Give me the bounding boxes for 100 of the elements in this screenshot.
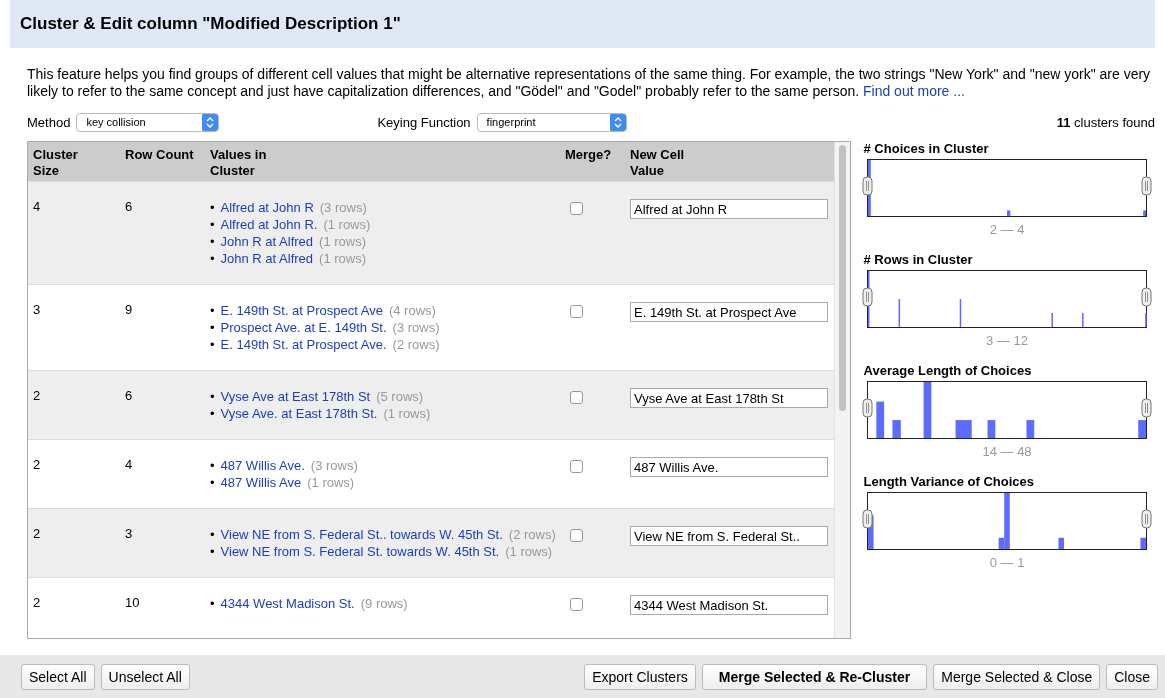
description-text: This feature helps you find groups of different cell values that might be alternative representations of the same thing. For example, the two strings "New York" and "new york" are very likely to refer to the same concept and just have capitalization differences, and "Gödel" and "Godel" probably refer to the same person. Find out more ...: [27, 66, 1152, 100]
dropdown[interactable]: key collision: [76, 112, 220, 132]
table-cell-text: 4: [125, 457, 134, 474]
table-cell-text: 4: [33, 199, 42, 216]
bullet: •: [210, 526, 215, 543]
column-header: Values in Cluster: [210, 147, 268, 180]
new-cell-value-field[interactable]: Vyse Ave at East 178th St: [630, 388, 828, 408]
range-handle[interactable]: [862, 509, 873, 529]
merge-checkbox[interactable]: [570, 529, 583, 542]
range-label: 2 — 4: [988, 222, 1026, 237]
row-count-note: (9 rows): [360, 595, 408, 612]
row-count-note: (1 rows): [307, 474, 355, 491]
new-cell-value-field[interactable]: Alfred at John R: [630, 199, 828, 219]
table-cell-text: 2: [33, 526, 42, 543]
bullet: •: [210, 199, 215, 216]
row-count-note: (1 rows): [319, 233, 366, 250]
range-label: 3 — 12: [985, 333, 1029, 348]
keying-function-label: Keying Function: [377, 114, 471, 130]
column-header: Merge?: [565, 147, 612, 164]
histogram-title: Average Length of Choices: [863, 363, 1033, 380]
cluster-value-link[interactable]: Prospect Ave. at E. 149th St.: [220, 319, 387, 336]
table-cell-text: 2: [33, 388, 42, 405]
new-cell-value-field[interactable]: 4344 West Madison St.: [630, 595, 828, 615]
cluster-value-link[interactable]: John R at Alfred: [220, 233, 314, 250]
row-count-note: (1 rows): [319, 250, 366, 267]
merge-checkbox[interactable]: [570, 460, 583, 473]
new-cell-value-field[interactable]: View NE from S. Federal St..: [630, 526, 828, 546]
bullet: •: [210, 336, 215, 353]
cluster-value-link[interactable]: Alfred at John R.: [220, 216, 318, 233]
cluster-value-link[interactable]: 4344 West Madison St.: [220, 595, 355, 612]
range-handle[interactable]: [1141, 287, 1152, 307]
table-cell-text: 2: [33, 595, 42, 612]
row-count-note: (3 rows): [319, 199, 367, 216]
bullet: •: [210, 302, 215, 319]
merge-checkbox[interactable]: [570, 305, 583, 318]
merge-checkbox[interactable]: [570, 391, 583, 404]
column-header: New Cell Value: [630, 147, 686, 180]
bullet: •: [210, 250, 215, 267]
table-cell-text: 9: [125, 302, 134, 319]
table-cell-text: 3: [33, 302, 42, 319]
column-header: Row Count: [125, 147, 194, 164]
table-cell-text: 6: [125, 199, 134, 216]
merge-checkbox[interactable]: [570, 202, 583, 215]
table-cell-text: 10: [125, 595, 141, 612]
cluster-value-link[interactable]: E. 149th St. at Prospect Ave.: [220, 336, 387, 353]
histogram-title: # Rows in Cluster: [863, 252, 974, 269]
range-label: 14 — 48: [981, 444, 1033, 459]
row-count-note: (3 rows): [392, 319, 440, 336]
bullet: •: [210, 457, 215, 474]
table-cell-text: 6: [125, 388, 134, 405]
dropdown-arrow-icon: [609, 113, 626, 131]
row-count-note: (2 rows): [508, 526, 556, 543]
bullet: •: [210, 319, 215, 336]
dropdown[interactable]: fingerprint: [476, 112, 627, 132]
range-handle[interactable]: [862, 398, 873, 418]
row-count-note: (1 rows): [323, 216, 371, 233]
bullet: •: [210, 405, 215, 422]
cluster-value-link[interactable]: Alfred at John R: [220, 199, 314, 216]
footer-button[interactable]: Export Clusters: [584, 663, 696, 690]
row-count-note: (3 rows): [310, 457, 358, 474]
merge-checkbox[interactable]: [570, 598, 583, 611]
range-handle[interactable]: [1141, 398, 1152, 418]
footer-button[interactable]: Merge Selected & Close: [933, 663, 1101, 690]
find-out-more-link[interactable]: Find out more ...: [863, 83, 965, 99]
range-label: 0 — 1: [988, 555, 1026, 570]
clusters-found-text: 11 clusters found: [1056, 114, 1155, 130]
range-handle[interactable]: [862, 287, 873, 307]
dropdown-arrow-icon: [202, 113, 219, 131]
column-header: Cluster Size: [33, 147, 79, 180]
range-handle[interactable]: [862, 176, 873, 196]
footer-button[interactable]: Close: [1106, 663, 1158, 690]
footer-button[interactable]: Unselect All: [100, 663, 190, 690]
footer-button[interactable]: Select All: [21, 663, 95, 690]
cluster-value-link[interactable]: Vyse Ave. at East 178th St.: [220, 405, 378, 422]
bullet: •: [210, 388, 215, 405]
new-cell-value-field[interactable]: E. 149th St. at Prospect Ave: [630, 302, 828, 322]
new-cell-value-field[interactable]: 487 Willis Ave.: [630, 457, 828, 477]
cluster-value-link[interactable]: View NE from S. Federal St.. towards W. 45th St.: [220, 526, 503, 543]
method-label: Method: [27, 114, 71, 130]
histogram-title: # Choices in Cluster: [863, 141, 990, 158]
dialog-title: Cluster & Edit column "Modified Description 1": [20, 14, 401, 34]
bullet: •: [210, 543, 215, 560]
row-count-note: (1 rows): [383, 405, 431, 422]
range-handle[interactable]: [1141, 509, 1152, 529]
footer-button[interactable]: Merge Selected & Re-Cluster: [701, 663, 928, 690]
bullet: •: [210, 595, 215, 612]
row-count-note: (1 rows): [505, 543, 553, 560]
row-count-note: (2 rows): [392, 336, 440, 353]
table-cell-text: 3: [125, 526, 134, 543]
cluster-value-link[interactable]: 487 Willis Ave: [220, 474, 302, 491]
row-count-note: (5 rows): [376, 388, 424, 405]
cluster-value-link[interactable]: 487 Willis Ave.: [220, 457, 305, 474]
cluster-value-link[interactable]: E. 149th St. at Prospect Ave: [220, 302, 383, 319]
cluster-value-link[interactable]: Vyse Ave at East 178th St: [220, 388, 371, 405]
bullet: •: [210, 474, 215, 491]
histogram-title: Length Variance of Choices: [863, 474, 1036, 491]
bullet: •: [210, 216, 215, 233]
cluster-value-link[interactable]: John R at Alfred: [220, 250, 314, 267]
cluster-value-link[interactable]: View NE from S. Federal St. towards W. 45th St.: [220, 543, 500, 560]
range-handle[interactable]: [1141, 176, 1152, 196]
